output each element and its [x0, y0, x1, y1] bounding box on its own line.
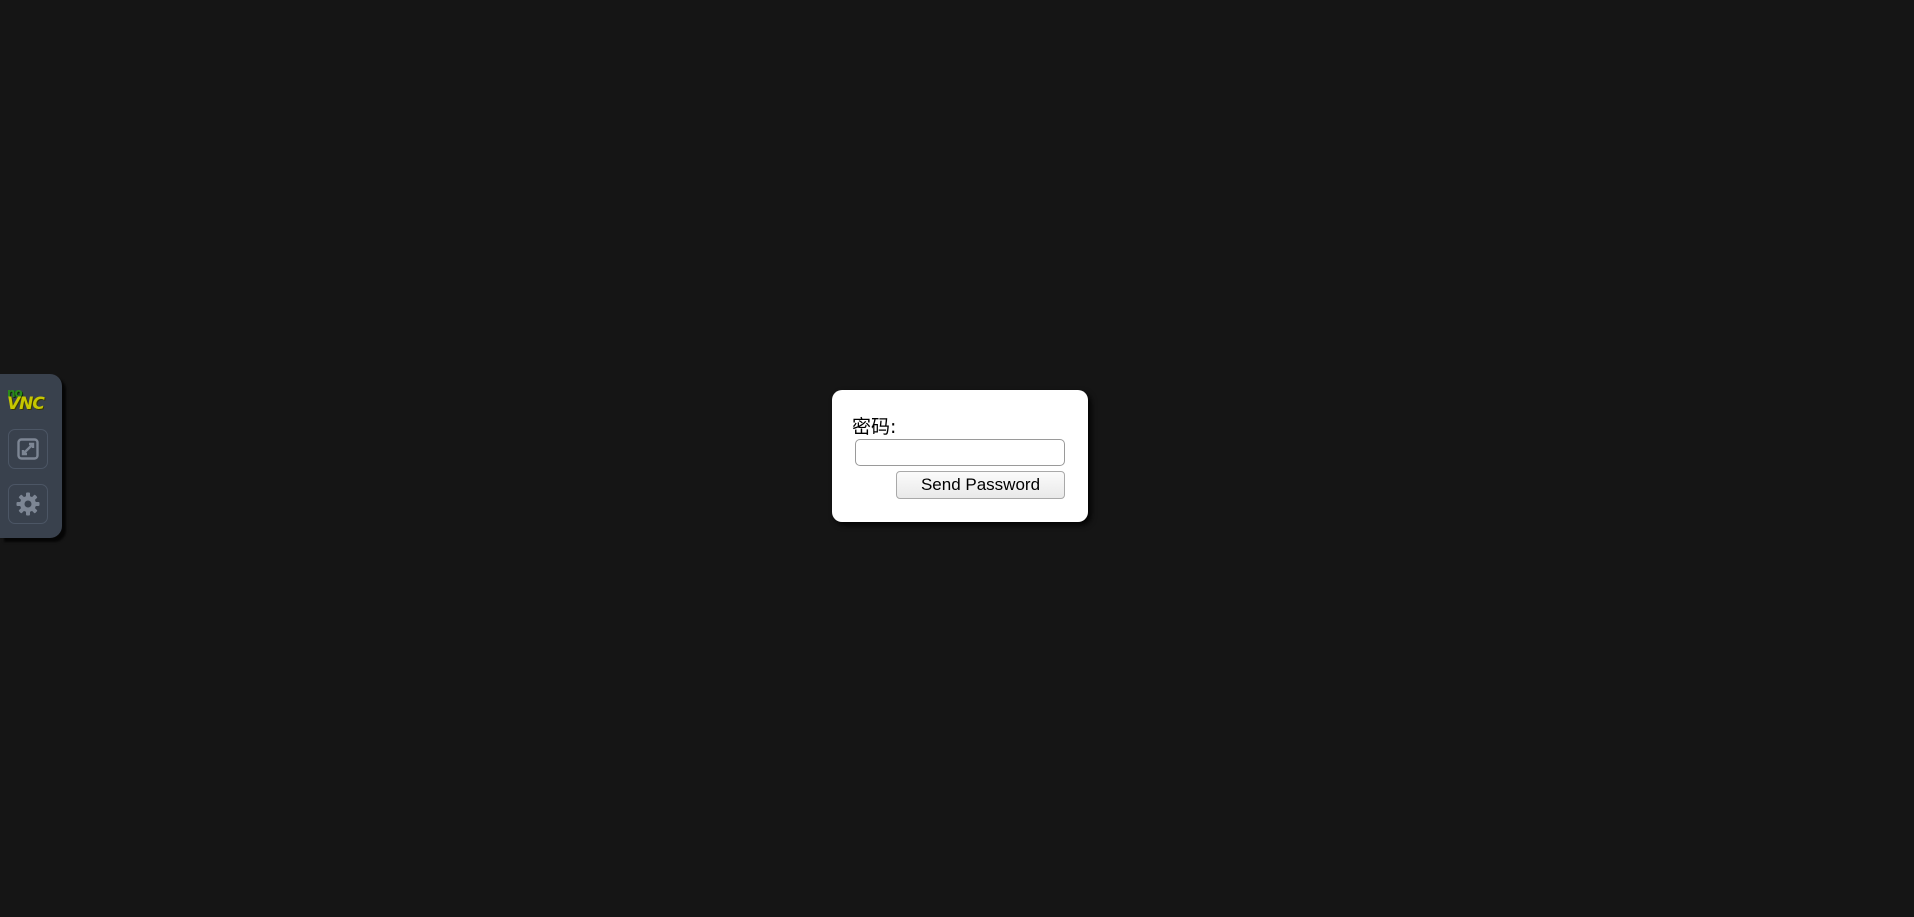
logo-name: VNC	[7, 394, 45, 414]
password-label: 密码:	[852, 416, 897, 438]
novnc-logo: no VNC	[7, 387, 51, 417]
gear-icon	[15, 491, 41, 517]
control-bar: no VNC	[0, 374, 62, 538]
password-dialog: 密码: Send Password	[832, 390, 1088, 522]
settings-button[interactable]	[8, 484, 48, 524]
vnc-screen[interactable]: no VNC 密码: Send Password	[0, 0, 1914, 917]
fullscreen-icon	[16, 437, 40, 461]
send-password-button[interactable]: Send Password	[896, 471, 1065, 499]
password-input[interactable]	[855, 439, 1065, 466]
fullscreen-button[interactable]	[8, 429, 48, 469]
